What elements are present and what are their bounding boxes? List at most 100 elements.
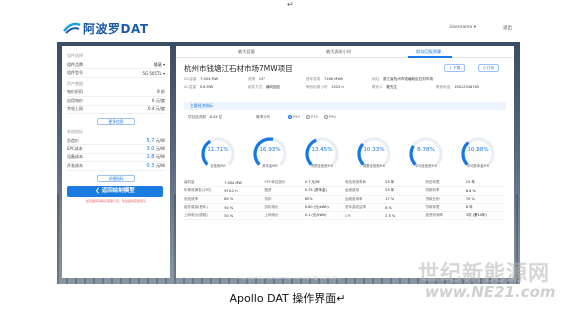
table-value: 7.004 MW	[224, 180, 242, 185]
gauge-label: 资本金IRR	[262, 164, 278, 168]
meta-item: 等效利用小时 1023 h	[306, 85, 344, 89]
active-tab-indicator	[408, 56, 452, 58]
table-value: 17 %	[385, 197, 395, 202]
table-value: 0.60 (元/kWh)	[304, 205, 329, 210]
meta-item: 组件方式 横向固定	[248, 85, 281, 89]
radio-dot-icon	[306, 115, 310, 119]
back-label: 返回绘制模型	[101, 187, 135, 194]
param-row[interactable]: 自用电价 0 元/度	[67, 97, 165, 106]
table-value: 5.7 元/W	[304, 180, 320, 185]
detail-metrics-button[interactable]: 详细指标	[97, 174, 135, 182]
table-label: 年等效满发(小时)	[184, 188, 212, 193]
tab-max-hours[interactable]: 最大满发小时	[326, 49, 351, 55]
table-label: 组件衰减(首年)	[184, 205, 208, 210]
param-row[interactable]: 余电上网 0.4 元/度	[67, 106, 165, 114]
param-value: 隆基	[153, 61, 162, 67]
table-value: 2.5 %	[385, 213, 396, 218]
table-label: 资本金收益率	[345, 205, 366, 210]
gauge-label: 全投资IRR	[210, 164, 226, 168]
param-label: 组件品牌	[67, 61, 83, 67]
gauge-value: 10.33%	[363, 147, 385, 153]
app-screen: 阿波罗DAT Username ▾ 退出 组件选择 组件品牌 隆基 ▾ 组件型号 5G…	[57, 12, 520, 284]
radio-dot-icon	[288, 115, 292, 119]
param-value-group: 0.4 元/度	[148, 106, 165, 112]
table-label: 装机量	[184, 180, 195, 185]
table-value: 0.1 (元/kWh)	[304, 213, 327, 218]
table-value: 15 年	[465, 180, 475, 185]
param-value-group: 0.3 元/W	[146, 163, 165, 169]
param-row[interactable]: 组件型号 5G 505TL ▾	[67, 69, 165, 78]
table-value: 80 %	[224, 197, 234, 202]
table-label: 投资利润率	[425, 213, 444, 218]
app-logo-text: 阿波罗DAT	[83, 22, 149, 36]
param-row[interactable]: 组件品牌 隆基 ▾	[67, 61, 165, 70]
param-label: 自用电价	[67, 97, 83, 103]
param-unit: 元/度	[155, 106, 165, 112]
meta-item: AC容量 5.6 MW	[184, 85, 214, 89]
logout-link[interactable]: 退出	[503, 25, 512, 31]
results-panel: 最大容量 最大满发小时 财务回报测算 杭州市钱塘江石材市场7MW项目 ⇩ 下载 …	[176, 46, 514, 278]
table-label: 上网电价	[264, 213, 279, 218]
param-unit: 元/W	[155, 146, 165, 152]
param-unit: 元/W	[155, 137, 165, 143]
param-row[interactable]: EPC成本 3.0 元/W	[67, 145, 165, 154]
table-label: CPI	[345, 213, 351, 218]
table-label: 折扣电价	[264, 205, 279, 210]
radio-p90[interactable]: P90	[324, 115, 336, 119]
param-unit: 折	[161, 89, 165, 95]
param-label: 总造价	[67, 137, 79, 143]
param-label: EPC成本	[67, 146, 83, 152]
probability-label: 概率分布	[256, 115, 271, 119]
table-value: 25 年	[385, 180, 395, 185]
radio-p50[interactable]: P50	[288, 115, 300, 119]
param-row[interactable]: 总造价 5.7 元/W	[67, 137, 165, 146]
param-value: 5G 505TL	[142, 70, 162, 76]
gauge-label: 平均资本金IRR	[466, 164, 490, 168]
param-value-group: 1.8 元/W	[146, 154, 165, 160]
table-label: 上网电价(脱硫)	[184, 213, 208, 218]
table-label: 折扣	[264, 196, 272, 201]
gauge-value: 8.78%	[417, 147, 435, 153]
more-info-button[interactable]: 更多信息	[97, 117, 135, 125]
param-unit: 元/W	[155, 162, 165, 168]
table-row: 年等效满发(小时) 974.2 h 融资 0.75 (资本金) 运维费用 25 年 贷款利率…	[184, 187, 506, 196]
table-label: 融资	[264, 188, 272, 193]
tab-financial[interactable]: 财务回报测算	[416, 49, 441, 55]
help-note: 如有疑问请联系客服人员，欢迎提供宝贵意见	[85, 198, 146, 203]
param-value: 5.7	[146, 137, 155, 144]
gauge-value: 10.88%	[467, 147, 489, 153]
param-row[interactable]: 开发成本 0.3 元/W	[67, 162, 165, 171]
parameters-panel: 组件选择 组件品牌 隆基 ▾ 组件型号 5G 505TL ▾ 资产数据 电价折扣 8 折…	[62, 46, 170, 278]
table-label: 贷款利率	[425, 188, 440, 193]
param-row[interactable]: 电价折扣 8 折	[67, 89, 165, 98]
page-mark: ↵	[287, 0, 294, 9]
table-row: 装机量 7.004 MW EPC单瓦造价 5.7 元/W 电站系统寿命 25 年 折旧年限 1…	[184, 179, 506, 188]
table-value: 8 年	[465, 205, 473, 210]
user-menu[interactable]: Username ▾	[449, 25, 476, 30]
gauge-value: 13.45%	[311, 147, 333, 153]
table-label: 电站系统寿命	[345, 180, 366, 185]
table-value: 50 %	[224, 205, 234, 210]
table-row: 系统效率 80 % 折扣 85% 运维费用率 17 % 贷款比例 70 %	[184, 196, 506, 204]
back-to-model-button[interactable]: ❮ 返回绘制模型	[67, 185, 163, 197]
table-row: 上网电价(脱硫) 50 % 上网电价 0.1 (元/kWh) CPI 2.5 % 投资利润率…	[184, 212, 506, 221]
gauge-value: 11.71%	[207, 147, 229, 153]
param-label: 组件型号	[67, 70, 83, 76]
radio-p75[interactable]: P75	[306, 115, 318, 119]
metrics-table: 装机量 7.004 MW EPC单瓦造价 5.7 元/W 电站系统寿命 25 年 折旧年限 1…	[184, 179, 506, 221]
meta-item: 联系电话 15812348765	[436, 85, 480, 89]
param-label: 余电上网	[67, 106, 83, 112]
watermark-url: www.NE21.com	[425, 283, 556, 301]
param-label: 设备成本	[67, 154, 83, 160]
tab-max-capacity[interactable]: 最大容量	[238, 49, 255, 55]
download-button[interactable]: ⇩ 下载	[444, 64, 466, 72]
param-unit: 元/度	[155, 97, 165, 103]
print-button[interactable]: ⎙ 打印	[478, 64, 500, 72]
param-row[interactable]: 设备成本 1.8 元/W	[67, 154, 165, 163]
param-value-group: 3.0 元/W	[146, 146, 165, 152]
table-value: 3次 (第10年)	[465, 213, 487, 218]
app-header: 阿波罗DAT Username ▾ 退出	[57, 12, 520, 42]
table-label: EPC单瓦造价	[264, 180, 286, 185]
table-value: 6.6 %	[465, 188, 476, 193]
table-label: 运维费用率	[345, 196, 363, 201]
